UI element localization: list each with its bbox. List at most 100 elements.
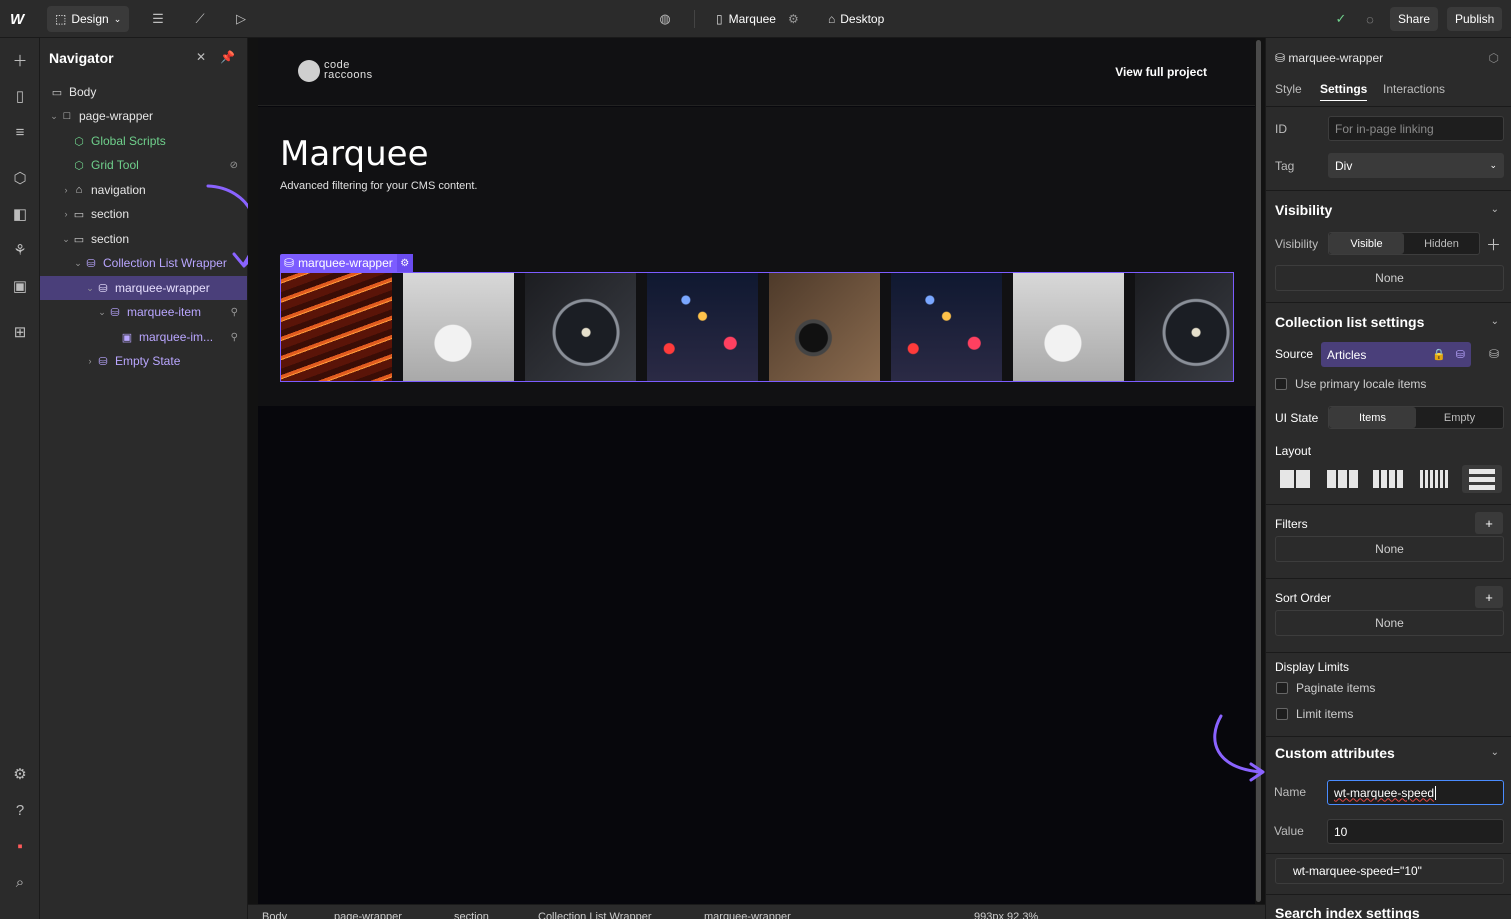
marquee-image-white-cafe-chairs[interactable] bbox=[403, 273, 514, 381]
visible-option[interactable]: Visible bbox=[1329, 233, 1404, 254]
filters-list[interactable]: None bbox=[1275, 536, 1504, 562]
marquee-wrapper[interactable] bbox=[280, 272, 1234, 382]
collection-settings-title[interactable]: Collection list settings bbox=[1275, 314, 1424, 330]
selected-element-badge[interactable]: ⛁ marquee-wrapper ⚙ bbox=[280, 254, 413, 272]
chevron-right-icon[interactable]: › bbox=[85, 356, 95, 366]
marquee-image-wristwatch[interactable] bbox=[525, 273, 636, 381]
breadcrumb-page-wrapper[interactable]: page-wrapper bbox=[334, 911, 402, 919]
raccoon-logo-icon[interactable] bbox=[298, 60, 320, 82]
style-selectors-icon[interactable]: ◧ bbox=[0, 202, 40, 226]
nav-item-page-wrapper[interactable]: ⌄ □ page-wrapper bbox=[40, 104, 247, 128]
checkbox-box[interactable] bbox=[1275, 378, 1287, 390]
chevron-right-icon[interactable]: › bbox=[61, 209, 71, 219]
breadcrumb-marquee-wrapper[interactable]: marquee-wrapper bbox=[704, 911, 791, 919]
chevron-down-icon[interactable]: ⌄ bbox=[1491, 316, 1499, 327]
cms-icon[interactable]: ☰ bbox=[147, 0, 169, 38]
help-icon[interactable]: ? bbox=[0, 798, 40, 822]
search-index-title[interactable]: Search index settings bbox=[1275, 905, 1420, 919]
preview-play-icon[interactable]: ▷ bbox=[230, 0, 252, 38]
limit-items-checkbox[interactable]: Limit items bbox=[1276, 707, 1353, 721]
navigator-icon[interactable]: ≡ bbox=[0, 120, 40, 144]
ui-state-items[interactable]: Items bbox=[1329, 407, 1416, 428]
globe-icon[interactable]: ◍ bbox=[654, 0, 676, 38]
collection-link-icon[interactable]: ⛁ bbox=[1456, 348, 1465, 361]
visibility-toggle[interactable]: Visible Hidden bbox=[1328, 232, 1480, 255]
attribute-name-input[interactable]: wt-marquee-speed bbox=[1327, 780, 1504, 805]
marquee-image-bokeh-lights[interactable] bbox=[647, 273, 758, 381]
comments-icon[interactable]: ◌ bbox=[1359, 0, 1381, 38]
add-sort-icon[interactable]: + bbox=[1475, 586, 1503, 608]
checkbox-box[interactable] bbox=[1276, 682, 1288, 694]
paginate-items-checkbox[interactable]: Paginate items bbox=[1276, 681, 1375, 695]
chevron-down-icon[interactable]: ⌄ bbox=[85, 283, 95, 294]
chevron-down-icon[interactable]: ⌄ bbox=[1491, 747, 1499, 758]
layout-2-columns-icon[interactable] bbox=[1275, 465, 1315, 493]
tag-select[interactable]: Div ⌄ bbox=[1328, 153, 1504, 178]
pages-icon[interactable]: ▯ bbox=[0, 84, 40, 108]
layout-rows-icon[interactable] bbox=[1462, 465, 1502, 493]
element-settings-gear-icon[interactable]: ⚙ bbox=[396, 254, 413, 272]
add-condition-icon[interactable]: ＋ bbox=[1486, 234, 1501, 255]
nav-item-marquee-item[interactable]: ⌄ ⛁ marquee-item ⚲ bbox=[40, 300, 247, 324]
sort-order-list[interactable]: None bbox=[1275, 610, 1504, 636]
visibility-section-title[interactable]: Visibility bbox=[1275, 202, 1332, 218]
breadcrumb-body[interactable]: Body bbox=[262, 911, 287, 919]
marquee-image-camera-on-wood[interactable] bbox=[769, 273, 880, 381]
component-icon[interactable]: ⬡ bbox=[1489, 51, 1499, 65]
marquee-image-wristwatch[interactable] bbox=[1135, 273, 1233, 381]
marquee-image-white-cafe-chairs[interactable] bbox=[1013, 273, 1124, 381]
chevron-down-icon[interactable]: ⌄ bbox=[1491, 204, 1499, 215]
tab-settings[interactable]: Settings bbox=[1320, 82, 1368, 101]
chevron-down-icon[interactable]: ⌄ bbox=[97, 307, 107, 318]
assets-icon[interactable]: ▣ bbox=[0, 274, 40, 298]
existing-attribute-row[interactable]: wt-marquee-speed="10" bbox=[1275, 858, 1504, 884]
chevron-down-icon[interactable]: ⌄ bbox=[49, 111, 59, 122]
design-canvas[interactable]: code raccoons View full project Marquee … bbox=[248, 38, 1265, 904]
ui-state-empty[interactable]: Empty bbox=[1416, 407, 1503, 428]
nav-item-grid-tool[interactable]: ⬡ Grid Tool ⊘ bbox=[40, 153, 247, 177]
custom-attributes-title[interactable]: Custom attributes bbox=[1275, 745, 1395, 761]
view-full-project-link[interactable]: View full project bbox=[1115, 65, 1207, 79]
nav-item-marquee-image[interactable]: ▣ marquee-im... ⚲ bbox=[40, 325, 247, 349]
variables-icon[interactable]: ⚘ bbox=[0, 238, 40, 262]
pin-icon[interactable]: 📌 bbox=[220, 50, 235, 64]
breakpoint-selector[interactable]: ⌂ Desktop bbox=[828, 0, 884, 38]
search-icon[interactable]: ⌕ bbox=[0, 870, 40, 894]
breadcrumb-collection-list-wrapper[interactable]: Collection List Wrapper bbox=[538, 911, 652, 919]
components-icon[interactable]: ⬡ bbox=[0, 166, 40, 190]
webflow-logo[interactable]: W bbox=[10, 0, 36, 38]
site-logo-text[interactable]: code raccoons bbox=[324, 60, 373, 81]
database-icon[interactable]: ⛁ bbox=[1489, 347, 1499, 361]
attribute-value-input[interactable]: 10 bbox=[1327, 819, 1504, 844]
nav-item-empty-state[interactable]: › ⛁ Empty State bbox=[40, 349, 247, 373]
share-button[interactable]: Share bbox=[1390, 7, 1439, 31]
marquee-image-bokeh-lights[interactable] bbox=[891, 273, 1002, 381]
page-preview[interactable]: code raccoons View full project Marquee … bbox=[258, 38, 1255, 904]
breadcrumb-section[interactable]: section bbox=[454, 911, 489, 919]
layout-4-columns-icon[interactable] bbox=[1368, 465, 1408, 493]
nav-item-marquee-wrapper[interactable]: ⌄ ⛁ marquee-wrapper bbox=[40, 276, 247, 300]
record-icon[interactable]: ▪ bbox=[0, 834, 40, 858]
visibility-conditions[interactable]: None bbox=[1275, 265, 1504, 291]
site-navigation[interactable]: code raccoons View full project bbox=[258, 38, 1255, 106]
page-selector[interactable]: ▯ Marquee ⚙ bbox=[716, 0, 799, 38]
nav-item-global-scripts[interactable]: ⬡ Global Scripts bbox=[40, 129, 247, 153]
publish-button[interactable]: Publish bbox=[1447, 7, 1503, 31]
add-elements-icon[interactable]: ＋ bbox=[0, 48, 40, 72]
tab-style[interactable]: Style bbox=[1275, 82, 1302, 96]
chevron-right-icon[interactable]: › bbox=[61, 185, 71, 195]
collapse-icon[interactable]: ✕ bbox=[196, 50, 206, 64]
layout-6-columns-icon[interactable] bbox=[1414, 465, 1454, 493]
layout-3-columns-icon[interactable] bbox=[1322, 465, 1362, 493]
design-mode-dropdown[interactable]: ⬚ Design ⌄ bbox=[47, 6, 130, 32]
chevron-down-icon[interactable]: ⌄ bbox=[61, 234, 71, 245]
primary-locale-checkbox[interactable]: Use primary locale items bbox=[1275, 377, 1426, 391]
tab-interactions[interactable]: Interactions bbox=[1383, 82, 1445, 96]
nav-item-body[interactable]: ▭ Body bbox=[40, 80, 247, 104]
apps-icon[interactable]: ⊞ bbox=[0, 320, 40, 344]
ui-state-toggle[interactable]: Items Empty bbox=[1328, 406, 1504, 429]
id-input[interactable]: For in-page linking bbox=[1328, 116, 1504, 141]
marquee-image-neon-lights[interactable] bbox=[281, 273, 392, 381]
hidden-eye-icon[interactable]: ⊘ bbox=[230, 160, 238, 171]
settings-gear-icon[interactable]: ⚙ bbox=[0, 762, 40, 786]
